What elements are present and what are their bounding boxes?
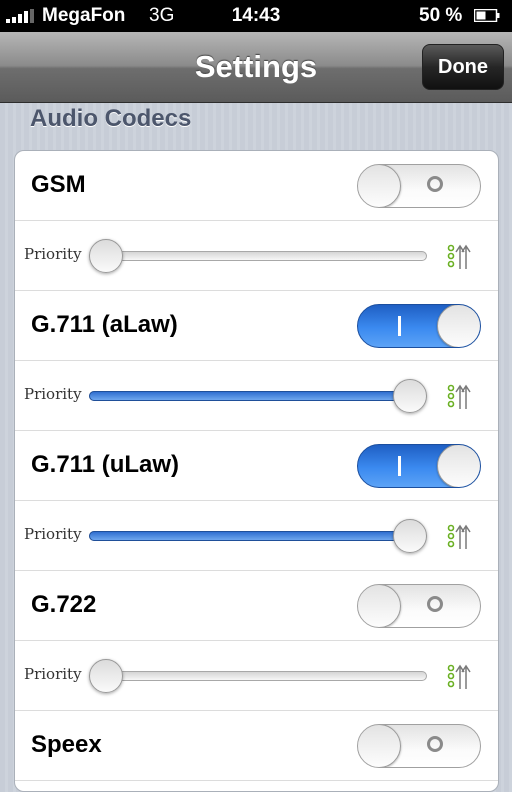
slider-thumb[interactable]	[89, 659, 123, 693]
priority-row-g-711-alaw: Priority	[15, 361, 498, 431]
priority-row-g-711-ulaw: Priority	[15, 501, 498, 571]
priority-slider-g-711-ulaw[interactable]	[89, 519, 427, 553]
priority-row-g-722: Priority	[15, 641, 498, 711]
codec-name: G.722	[31, 591, 97, 618]
codec-toggle-gsm[interactable]	[357, 164, 481, 208]
codec-toggle-speex[interactable]	[357, 724, 481, 768]
priority-slider-gsm[interactable]	[89, 239, 427, 273]
codec-row-gsm: GSM	[15, 151, 498, 221]
slider-thumb[interactable]	[89, 239, 123, 273]
toggle-on-mark-icon	[398, 316, 401, 336]
toggle-knob	[358, 585, 401, 627]
battery-percentage: 50 %	[419, 5, 463, 26]
codec-name: Speex	[31, 731, 102, 758]
slider-track	[89, 251, 427, 261]
slider-thumb[interactable]	[393, 519, 427, 553]
priority-up-arrows-icon	[447, 664, 471, 689]
priority-up-arrows-icon	[447, 524, 471, 549]
toggle-knob	[358, 725, 401, 767]
done-button[interactable]: Done	[422, 44, 504, 90]
priority-label: Priority	[24, 525, 82, 543]
priority-label: Priority	[24, 385, 82, 403]
codec-row-g-711-alaw: G.711 (aLaw)	[15, 291, 498, 361]
toggle-on-mark-icon	[398, 456, 401, 476]
section-header-audio-codecs: Audio Codecs	[30, 105, 192, 132]
codec-row-g-722: G.722	[15, 571, 498, 641]
priority-row-gsm: Priority	[15, 221, 498, 291]
codec-toggle-g-722[interactable]	[357, 584, 481, 628]
status-bar: MegaFon 3G 14:43 50 %	[0, 0, 512, 32]
priority-label: Priority	[24, 665, 82, 683]
codec-name: G.711 (aLaw)	[31, 311, 178, 338]
codec-toggle-g-711-ulaw[interactable]	[357, 444, 481, 488]
toggle-knob	[437, 305, 480, 347]
slider-fill	[89, 531, 410, 541]
codec-toggle-g-711-alaw[interactable]	[357, 304, 481, 348]
toggle-off-mark-icon	[427, 176, 443, 192]
codec-name: GSM	[31, 171, 86, 198]
battery-icon	[474, 9, 500, 22]
priority-slider-g-711-alaw[interactable]	[89, 379, 427, 413]
navigation-bar: Settings Done	[0, 32, 512, 103]
slider-thumb[interactable]	[393, 379, 427, 413]
codec-name: G.711 (uLaw)	[31, 451, 180, 478]
codec-row-speex: Speex	[15, 711, 498, 781]
priority-label: Priority	[24, 245, 82, 263]
toggle-knob	[358, 165, 401, 207]
codec-row-g-711-ulaw: G.711 (uLaw)	[15, 431, 498, 501]
slider-track	[89, 671, 427, 681]
priority-up-arrows-icon	[447, 384, 471, 409]
slider-fill	[89, 391, 410, 401]
priority-up-arrows-icon	[447, 244, 471, 269]
toggle-off-mark-icon	[427, 596, 443, 612]
toggle-knob	[437, 445, 480, 487]
codec-settings-group: GSM Priority G.711 (aLaw) Priority G.711 (uL…	[14, 150, 499, 792]
toggle-off-mark-icon	[427, 736, 443, 752]
priority-slider-g-722[interactable]	[89, 659, 427, 693]
